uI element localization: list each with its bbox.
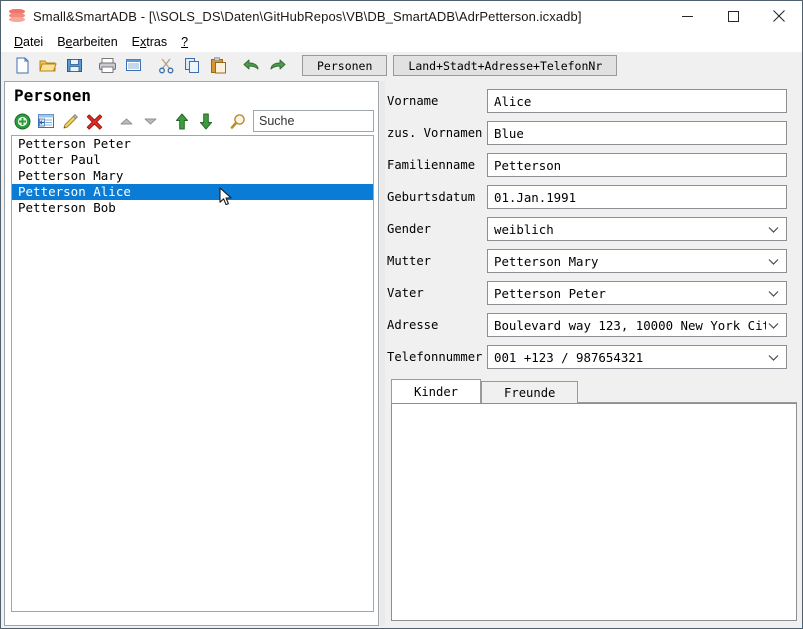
undo-arrow-icon[interactable] (239, 54, 263, 78)
field-value-mutter: Petterson Mary (494, 253, 599, 269)
field-select-adresse[interactable]: Boulevard way 123, 10000 New York City N (487, 313, 787, 337)
field-value-geburtsdatum: 01.Jan.1991 (494, 189, 577, 205)
field-select-gender[interactable]: weiblich (487, 217, 787, 241)
window-title: Small&SmartADB - [\\SOLS_DS\Daten\GitHub… (33, 8, 582, 24)
personen-pane: Personen Suche Petterson Peter Potter Pa… (4, 81, 379, 626)
pane-splitter[interactable] (380, 81, 385, 626)
move-bottom-icon[interactable] (195, 110, 217, 132)
field-row-vorname: Vorname Alice (387, 89, 787, 113)
title-bar: Small&SmartADB - [\\SOLS_DS\Daten\GitHub… (1, 1, 802, 31)
menu-item-datei[interactable]: Datei (7, 34, 50, 50)
detail-form-pane: Vorname Alice zus. Vornamen Blue Familie… (387, 81, 801, 626)
field-value-gender: weiblich (494, 221, 554, 237)
relations-tabstrip: Kinder Freunde (391, 379, 797, 403)
relations-tab-panel[interactable] (391, 403, 797, 621)
field-value-vater: Petterson Peter (494, 285, 606, 301)
field-input-vorname[interactable]: Alice (487, 89, 787, 113)
field-select-vater[interactable]: Petterson Peter (487, 281, 787, 305)
list-item[interactable]: Petterson Mary (12, 168, 373, 184)
list-item[interactable]: Potter Paul (12, 152, 373, 168)
field-label-familienname: Familienname (387, 158, 476, 172)
field-label-gender: Gender (387, 222, 432, 236)
print-icon[interactable] (95, 54, 119, 78)
field-row-geburtsdatum: Geburtsdatum 01.Jan.1991 (387, 185, 787, 209)
duplicate-record-icon[interactable] (35, 110, 57, 132)
chevron-down-icon[interactable] (768, 318, 779, 333)
field-value-vorname: Alice (494, 93, 532, 109)
field-input-geburtsdatum[interactable]: 01.Jan.1991 (487, 185, 787, 209)
open-folder-icon[interactable] (36, 54, 60, 78)
main-toolbar: Personen Land+Stadt+Adresse+TelefonNr (1, 52, 802, 79)
field-label-telefonnummer: Telefonnummer (387, 350, 483, 364)
edit-record-icon[interactable] (59, 110, 81, 132)
chevron-down-icon[interactable] (768, 286, 779, 301)
field-row-vater: Vater Petterson Peter (387, 281, 787, 305)
move-top-icon[interactable] (171, 110, 193, 132)
search-magnifier-icon[interactable] (227, 110, 249, 132)
menu-item-extras[interactable]: Extras (125, 34, 174, 50)
redo-arrow-icon[interactable] (265, 54, 289, 78)
chevron-down-icon[interactable] (768, 222, 779, 237)
tab-freunde[interactable]: Freunde (481, 381, 579, 403)
add-record-icon[interactable] (11, 110, 33, 132)
search-placeholder: Suche (259, 114, 295, 128)
menu-item-help[interactable]: ? (174, 34, 195, 50)
list-actions-toolbar: Suche (11, 108, 374, 134)
search-input[interactable]: Suche (253, 110, 374, 132)
move-up-small-icon[interactable] (115, 110, 137, 132)
window-controls (664, 1, 802, 31)
copy-icon[interactable] (180, 54, 204, 78)
chevron-down-icon[interactable] (768, 350, 779, 365)
chevron-down-icon[interactable] (768, 254, 779, 269)
field-value-familienname: Petterson (494, 157, 562, 173)
list-item[interactable]: Petterson Peter (12, 136, 373, 152)
save-disk-icon[interactable] (62, 54, 86, 78)
field-label-adresse: Adresse (387, 318, 439, 332)
minimize-button[interactable] (664, 1, 710, 31)
database-icon (9, 8, 25, 24)
tabstrip-filler (578, 381, 797, 403)
tab-kinder[interactable]: Kinder (391, 379, 482, 403)
cut-scissors-icon[interactable] (154, 54, 178, 78)
move-down-small-icon[interactable] (139, 110, 161, 132)
field-label-geburtsdatum: Geburtsdatum (387, 190, 476, 204)
personen-listbox[interactable]: Petterson Peter Potter Paul Petterson Ma… (11, 135, 374, 612)
pane-title: Personen (14, 86, 92, 105)
close-button[interactable] (756, 1, 802, 31)
field-row-familienname: Familienname Petterson (387, 153, 787, 177)
menu-item-bearbeiten[interactable]: Bearbeiten (50, 34, 124, 50)
field-row-telefonnummer: Telefonnummer 001 +123 / 987654321 (387, 345, 787, 369)
field-label-vater: Vater (387, 286, 424, 300)
print-preview-icon[interactable] (121, 54, 145, 78)
list-item[interactable]: Petterson Bob (12, 200, 373, 216)
field-value-zus-vornamen: Blue (494, 125, 524, 141)
maximize-button[interactable] (710, 1, 756, 31)
field-row-zus-vornamen: zus. Vornamen Blue (387, 121, 787, 145)
field-select-telefonnummer[interactable]: 001 +123 / 987654321 (487, 345, 787, 369)
field-label-mutter: Mutter (387, 254, 432, 268)
field-value-adresse: Boulevard way 123, 10000 New York City N (494, 317, 766, 333)
paste-icon[interactable] (206, 54, 230, 78)
field-row-adresse: Adresse Boulevard way 123, 10000 New Yor… (387, 313, 787, 337)
field-row-mutter: Mutter Petterson Mary (387, 249, 787, 273)
field-input-zus-vornamen[interactable]: Blue (487, 121, 787, 145)
list-item-selected[interactable]: Petterson Alice (12, 184, 373, 200)
field-value-telefonnummer: 001 +123 / 987654321 (494, 349, 644, 365)
field-row-gender: Gender weiblich (387, 217, 787, 241)
delete-record-icon[interactable] (83, 110, 105, 132)
menu-bar: Datei Bearbeiten Extras ? (1, 31, 802, 52)
toolbar-tab-personen[interactable]: Personen (302, 55, 388, 76)
field-select-mutter[interactable]: Petterson Mary (487, 249, 787, 273)
field-label-vorname: Vorname (387, 94, 439, 108)
toolbar-tab-land-stadt-adresse-telefonnr[interactable]: Land+Stadt+Adresse+TelefonNr (393, 55, 618, 76)
application-window: Small&SmartADB - [\\SOLS_DS\Daten\GitHub… (0, 0, 803, 629)
new-document-icon[interactable] (10, 54, 34, 78)
field-label-zus-vornamen: zus. Vornamen (387, 126, 483, 140)
field-input-familienname[interactable]: Petterson (487, 153, 787, 177)
